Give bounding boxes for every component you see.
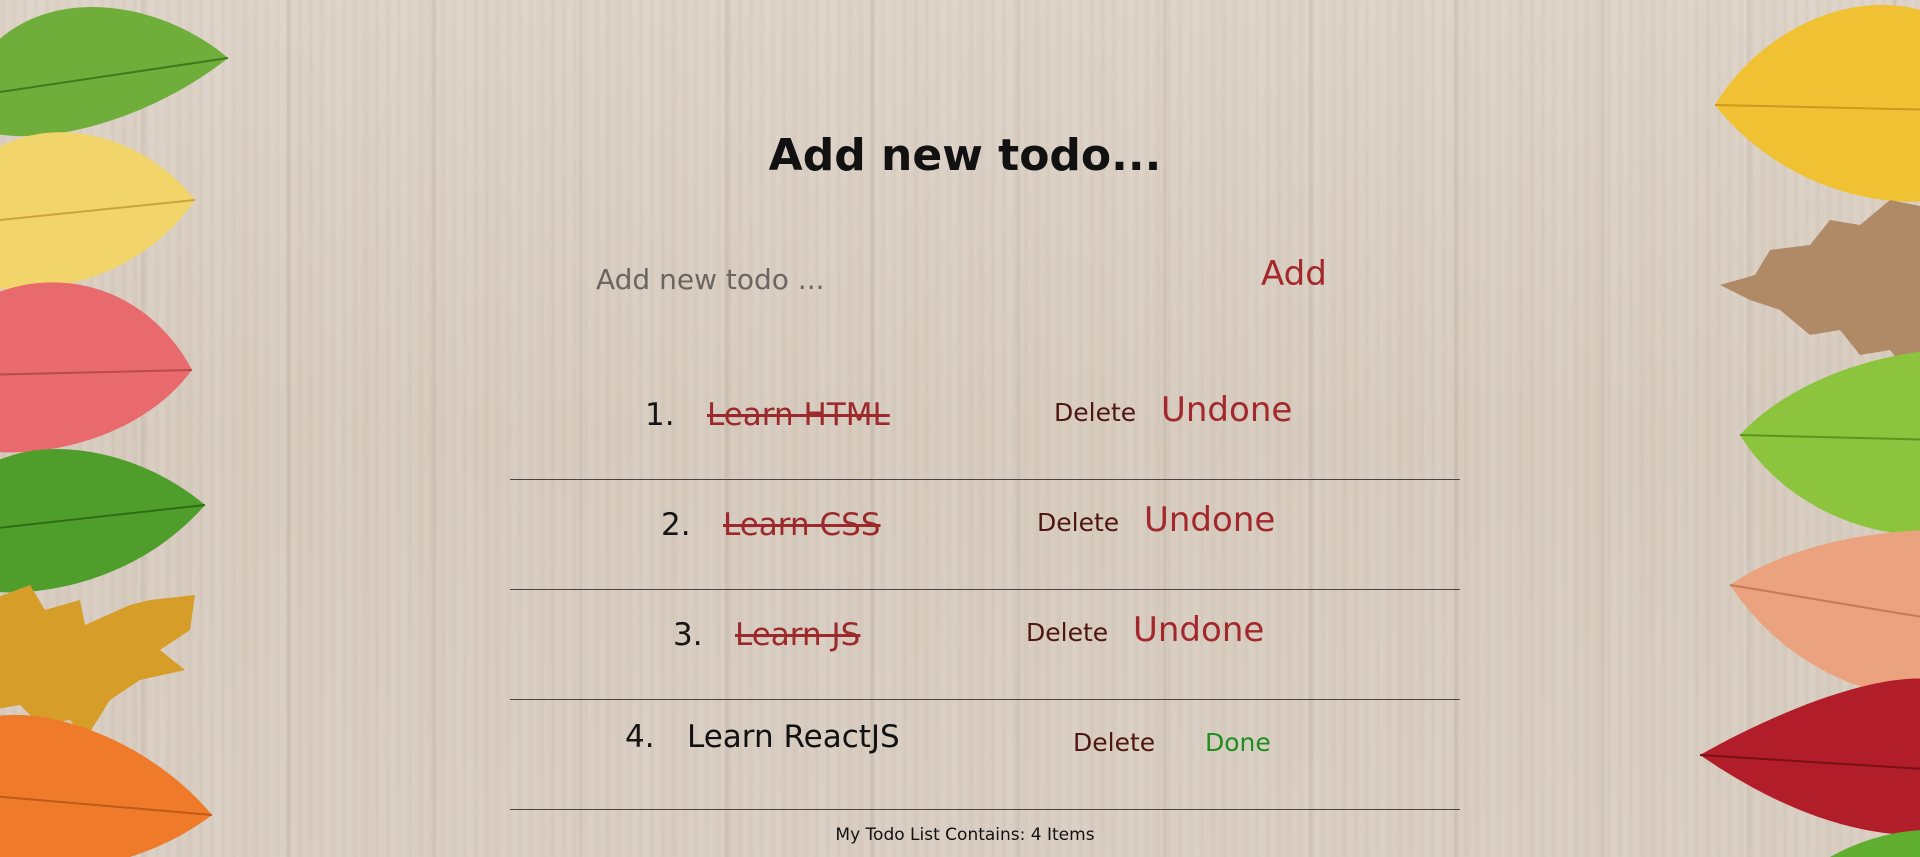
todo-item: 3. Learn JS Delete Undone <box>510 590 1460 700</box>
todo-item: 1. Learn HTML Delete Undone <box>510 370 1460 480</box>
todo-content: 3. Learn JS <box>673 612 860 658</box>
todo-text[interactable]: Learn ReactJS <box>687 719 900 755</box>
done-button[interactable]: Done <box>1205 728 1271 757</box>
undone-button[interactable]: Undone <box>1133 610 1264 650</box>
todo-content: 2. Learn CSS <box>661 502 881 548</box>
todo-count-summary: My Todo List Contains: 4 Items <box>835 825 1095 845</box>
todo-item: 2. Learn CSS Delete Undone <box>510 480 1460 590</box>
todo-number: 3. <box>673 617 703 653</box>
leaves-right-decoration <box>1660 0 1920 857</box>
todo-text[interactable]: Learn JS <box>735 617 860 653</box>
page-title: Add new todo... <box>768 130 1162 181</box>
todo-number: 1. <box>645 397 675 433</box>
todo-text[interactable]: Learn CSS <box>723 507 881 543</box>
add-todo-form: Add <box>596 252 1376 308</box>
delete-button[interactable]: Delete <box>1073 728 1155 757</box>
delete-button[interactable]: Delete <box>1054 398 1136 427</box>
todo-content: 1. Learn HTML <box>645 392 890 438</box>
delete-button[interactable]: Delete <box>1037 508 1119 537</box>
new-todo-input[interactable] <box>596 252 1156 306</box>
undone-button[interactable]: Undone <box>1161 390 1292 430</box>
undone-button[interactable]: Undone <box>1144 500 1275 540</box>
todo-content: 4. Learn ReactJS <box>625 714 900 760</box>
todo-number: 2. <box>661 507 691 543</box>
leaves-left-decoration <box>0 0 240 857</box>
todo-list: 1. Learn HTML Delete Undone 2. Learn CSS… <box>510 370 1460 810</box>
todo-item: 4. Learn ReactJS Delete Done <box>510 700 1460 810</box>
todo-text[interactable]: Learn HTML <box>707 397 890 433</box>
autumn-leaves-right-icon <box>1699 4 1920 857</box>
add-button[interactable]: Add <box>1261 254 1327 294</box>
autumn-leaves-left-icon <box>0 7 229 857</box>
todo-number: 4. <box>625 719 655 755</box>
delete-button[interactable]: Delete <box>1026 618 1108 647</box>
todo-app: Add new todo... Add 1. Learn HTML Delete… <box>510 0 1460 857</box>
